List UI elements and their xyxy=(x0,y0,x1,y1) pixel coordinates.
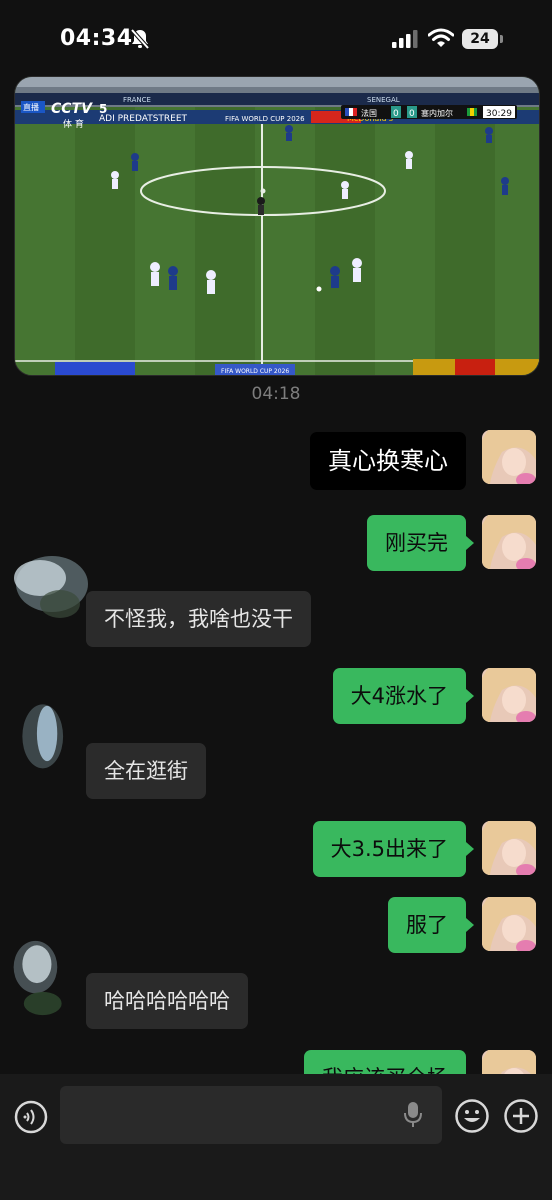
banner-left: FRANCE xyxy=(123,96,151,104)
signal-icon xyxy=(392,30,418,48)
bubble-tail xyxy=(466,689,474,703)
message-bubble-me[interactable]: 大3.5出来了 xyxy=(312,821,466,877)
avatar-me[interactable] xyxy=(482,897,536,951)
message-input[interactable] xyxy=(60,1086,442,1144)
channel-sub: 体 育 xyxy=(63,118,84,130)
voice-icon[interactable] xyxy=(14,1100,48,1134)
plus-icon[interactable] xyxy=(503,1098,539,1134)
emoji-icon[interactable] xyxy=(454,1098,490,1134)
wifi-icon xyxy=(428,28,454,47)
status-time: 04:34 xyxy=(60,26,133,51)
battery-icon: 24 xyxy=(462,29,498,49)
ad-bottom-text: FIFA WORLD CUP 2026 xyxy=(221,368,289,375)
bubble-tail xyxy=(466,842,474,856)
banner-right: SENEGAL xyxy=(367,96,400,104)
avatar-me[interactable] xyxy=(482,515,536,569)
message-bubble-other[interactable]: 不怪我，我啥也没干 xyxy=(86,591,311,647)
avatar-me[interactable] xyxy=(482,668,536,722)
bubble-tail xyxy=(466,918,474,932)
team-home: 法国 xyxy=(361,108,377,118)
video-player[interactable]: FRANCE SENEGAL ADI PREDATSTREET FIFA WOR… xyxy=(14,76,540,376)
match-clock: 30:29 xyxy=(486,109,512,119)
bubble-tail xyxy=(466,536,474,550)
avatar-other[interactable] xyxy=(0,938,100,1018)
avatar-me[interactable] xyxy=(482,821,536,875)
message-bubble-me[interactable]: 刚买完 xyxy=(367,515,466,571)
score-home: 0 xyxy=(393,109,399,119)
scoreboard: 法国 0 0 塞内加尔 30:29 xyxy=(341,105,517,119)
battery-tip xyxy=(500,35,503,43)
status-bar: 04:34 24 xyxy=(0,0,552,80)
message-bubble-me[interactable]: 大4涨水了 xyxy=(332,668,466,724)
score-away: 0 xyxy=(409,109,415,119)
channel-logo: CCTV xyxy=(51,101,93,117)
team-away: 塞内加尔 xyxy=(421,108,453,118)
pitch xyxy=(15,107,539,375)
avatar-me[interactable] xyxy=(482,430,536,484)
avatar-other[interactable] xyxy=(0,700,100,780)
message-bubble-me[interactable]: 服了 xyxy=(388,897,466,953)
live-tag: 直播 xyxy=(23,102,39,112)
mic-icon[interactable] xyxy=(402,1100,424,1130)
channel-number: 5 xyxy=(99,102,107,116)
bell-muted-icon xyxy=(130,28,150,50)
avatar-other[interactable] xyxy=(0,548,100,628)
ad-board-fifa: FIFA WORLD CUP 2026 xyxy=(225,115,305,123)
message-bubble-other[interactable]: 全在逛街 xyxy=(86,743,206,799)
message-bubble-me[interactable]: 真心换寒心 xyxy=(310,432,466,490)
chat-timestamp: 04:18 xyxy=(251,384,301,404)
ad-board-text: ADI PREDATSTREET xyxy=(99,114,188,124)
soccer-broadcast-frame: FRANCE SENEGAL ADI PREDATSTREET FIFA WOR… xyxy=(15,77,539,375)
message-bubble-other[interactable]: 哈哈哈哈哈哈 xyxy=(86,973,248,1029)
